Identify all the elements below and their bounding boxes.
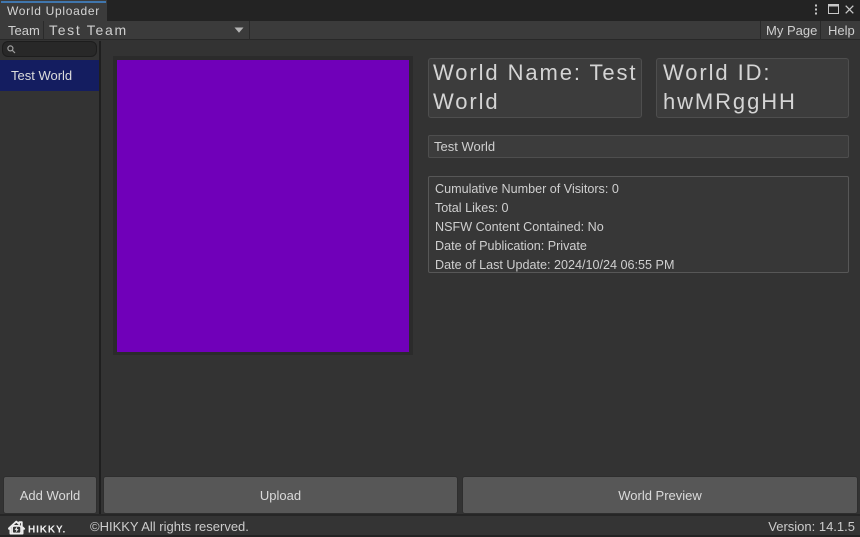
svg-text:HIKKY.: HIKKY. <box>28 524 66 535</box>
